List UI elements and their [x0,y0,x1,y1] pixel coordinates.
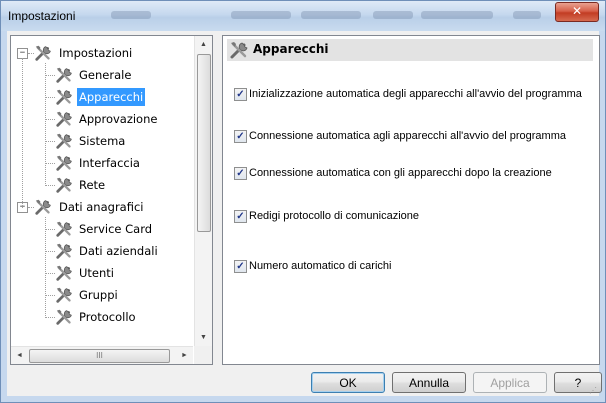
scroll-corner [194,346,212,364]
option-label: Connessione automatica con gli apparecch… [249,167,552,179]
tools-icon [35,45,51,61]
title-blur [111,11,151,19]
close-button[interactable]: ✕ [555,2,599,22]
close-icon: ✕ [571,4,583,18]
tools-icon [56,155,72,171]
option-label: Inizializzazione automatica degli appare… [249,88,582,100]
tools-icon [56,287,72,303]
title-blur [231,11,291,19]
tree-view: − Impostazioni Generale Apparecchi Approvazi… [11,36,193,346]
tree-item-label: Interfaccia [79,156,140,170]
tree-line [45,217,46,318]
title-blur [301,11,361,19]
scroll-down-icon[interactable]: ▼ [195,329,212,346]
settings-tree: − Impostazioni Generale Apparecchi Approvazi… [10,35,213,365]
tools-icon [56,89,72,105]
tree-line [45,317,55,318]
tools-icon [56,265,72,281]
tree-line [45,75,55,76]
scroll-right-icon[interactable]: ► [176,347,193,364]
tools-icon [56,243,72,259]
tree-item-label: Apparecchi [77,88,146,106]
window-title: Impostazioni [8,9,76,23]
checkbox[interactable]: ✓ [234,88,247,101]
tree-vertical-scrollbar[interactable]: ▲ ▼ [194,36,212,346]
tools-icon [56,309,72,325]
cancel-button[interactable]: Annulla [392,372,466,393]
tree-group-label: Impostazioni [59,46,133,60]
title-blur [421,11,493,19]
tools-icon [56,67,72,83]
scroll-up-icon[interactable]: ▲ [195,36,212,53]
checkbox[interactable]: ✓ [234,130,247,143]
tools-icon [56,111,72,127]
tools-icon [35,199,51,215]
title-bar[interactable]: Impostazioni ✕ [1,1,605,31]
tree-line [45,251,55,252]
option-label: Redigi protocollo di comunicazione [249,210,419,222]
tools-icon [56,177,72,193]
tree-line [45,185,55,186]
settings-window: Impostazioni ✕ − Impostazioni Generale Appa… [0,0,606,403]
scroll-thumb-horizontal[interactable]: III [29,349,170,363]
checkbox[interactable]: ✓ [234,260,247,273]
scroll-left-icon[interactable]: ◄ [11,347,28,364]
tree-line [45,229,55,230]
title-blur [513,11,541,19]
apply-button[interactable]: Applica [473,372,547,393]
tree-line [22,58,23,208]
panel-title: Apparecchi [253,42,329,56]
tree-item-label: Gruppi [79,288,118,302]
checkbox[interactable]: ✓ [234,210,247,223]
tree-line [45,97,55,98]
tools-icon [230,42,248,59]
tools-icon [56,133,72,149]
dialog-client: − Impostazioni Generale Apparecchi Approvazi… [7,31,602,396]
tree-item-label: Approvazione [79,112,158,126]
tree-item-label: Service Card [79,222,153,236]
tree-item-label: Rete [79,178,106,192]
tree-item-label: Sistema [79,134,126,148]
tree-horizontal-scrollbar[interactable]: ◄ III ► [11,346,193,364]
tree-line [45,295,55,296]
checkbox[interactable]: ✓ [234,167,247,180]
panel-header: Apparecchi [227,39,593,61]
scroll-thumb[interactable] [197,54,211,232]
ok-button[interactable]: OK [311,372,385,393]
option-label: Connessione automatica agli apparecchi a… [249,130,566,142]
tree-group-label: Dati anagrafici [59,200,144,214]
tree-line [45,63,46,186]
tree-item-label: Generale [79,68,132,82]
tree-line [45,273,55,274]
tools-icon [56,221,72,237]
resize-grip-icon[interactable]: ⋰ [589,386,597,395]
option-label: Numero automatico di carichi [249,260,392,272]
settings-panel: Apparecchi ✓ Inizializzazione automatica … [222,35,600,365]
tree-item-label: Utenti [79,266,114,280]
tree-item-label: Protocollo [79,310,136,324]
tree-line [45,141,55,142]
title-blur [373,11,413,19]
tree-line [45,163,55,164]
tree-line [45,119,55,120]
tree-item-label: Dati aziendali [79,244,158,258]
